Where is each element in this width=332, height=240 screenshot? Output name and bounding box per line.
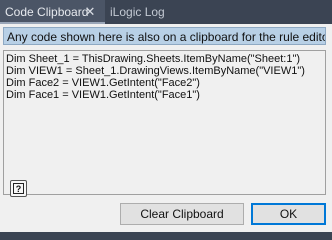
code-line: Dim Face2 = VIEW1.GetIntent("Face2") [6, 77, 200, 89]
help-icon: ? [13, 183, 24, 194]
code-line: Dim Face1 = VIEW1.GetIntent("Face1") [6, 89, 200, 101]
tab-label: iLogic Log [110, 5, 165, 19]
info-banner: Any code shown here is also on a clipboa… [3, 27, 326, 45]
tab-code-clipboard[interactable]: Code Clipboard ✕ [0, 0, 105, 24]
clipboard-panel: Any code shown here is also on a clipboa… [0, 24, 332, 232]
code-line: Dim VIEW1 = Sheet_1.DrawingViews.ItemByN… [6, 65, 305, 77]
tab-ilogic-log[interactable]: iLogic Log [110, 0, 165, 24]
ok-button[interactable]: OK [251, 203, 326, 225]
tab-bar: Code Clipboard ✕ iLogic Log [0, 0, 332, 24]
clear-clipboard-button[interactable]: Clear Clipboard [120, 203, 244, 225]
help-button[interactable]: ? [10, 180, 27, 197]
tab-label: Code Clipboard [5, 5, 89, 19]
code-textbox[interactable]: Dim Sheet_1 = ThisDrawing.Sheets.ItemByN… [3, 50, 326, 195]
code-line: Dim Sheet_1 = ThisDrawing.Sheets.ItemByN… [6, 53, 301, 65]
close-icon[interactable]: ✕ [83, 0, 97, 24]
